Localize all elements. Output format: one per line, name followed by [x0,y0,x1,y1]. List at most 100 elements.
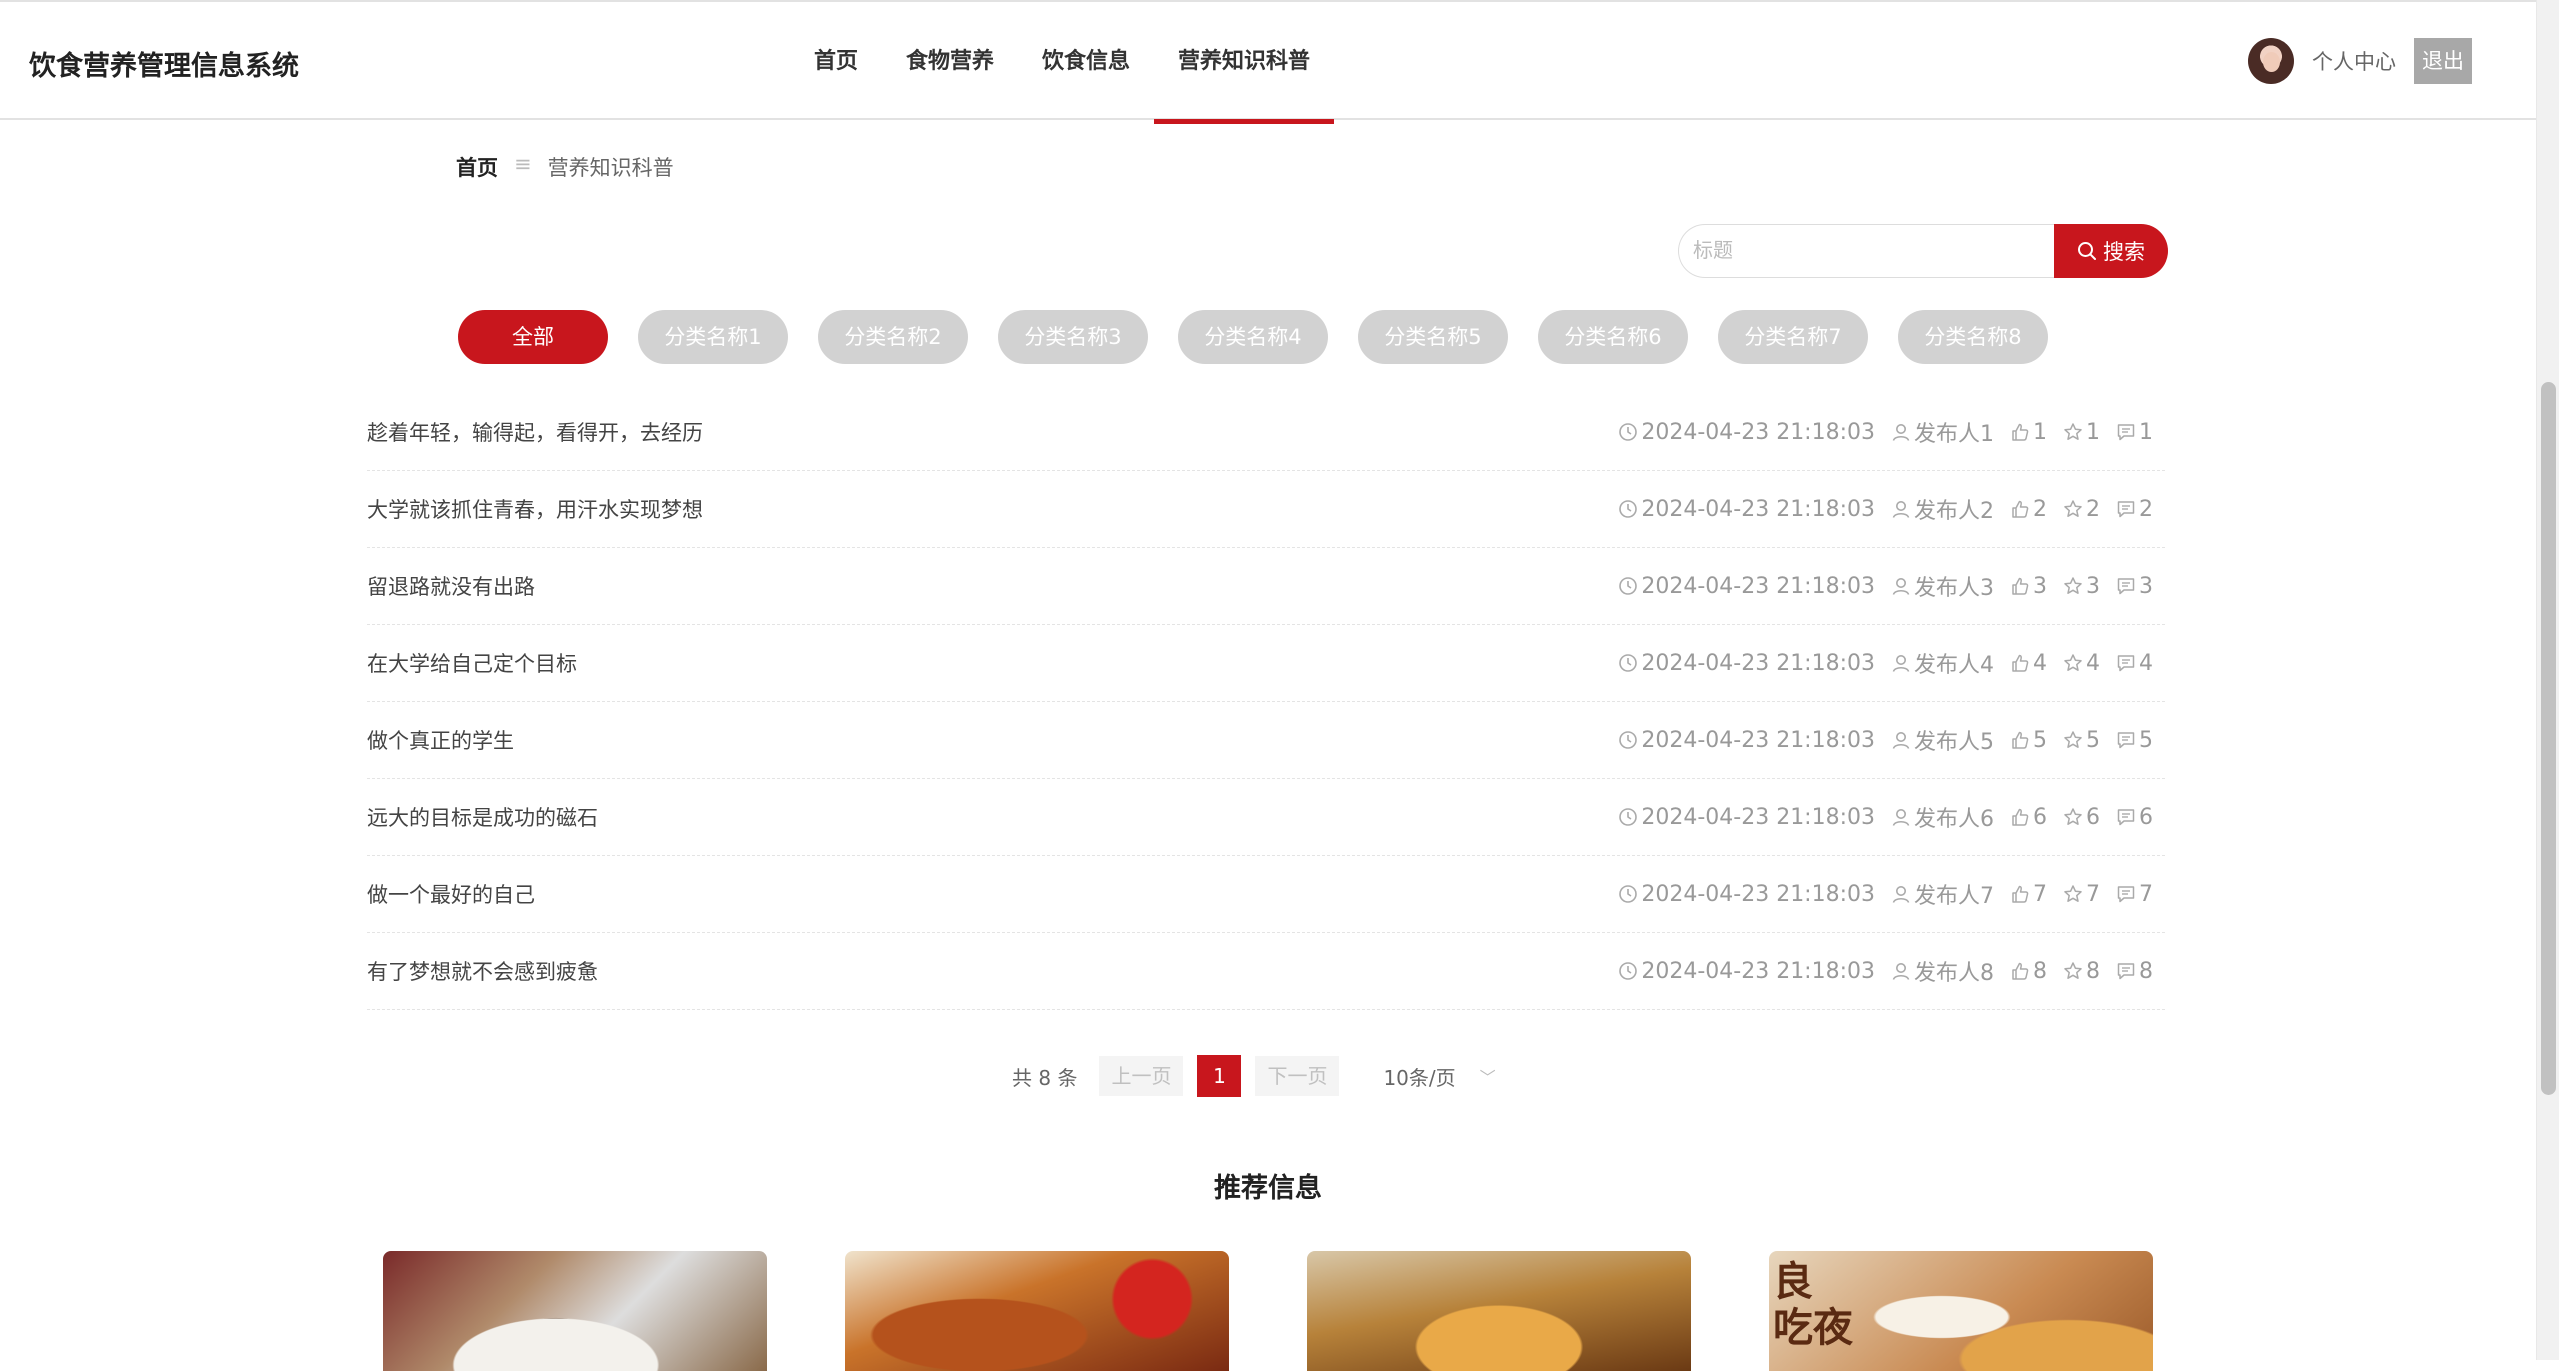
list-item[interactable]: 远大的目标是成功的磁石 2024-04-23 21:18:03 发布人6 6 6… [367,779,2165,856]
star-icon [2064,577,2082,594]
favorites[interactable]: 7 [2063,882,2100,907]
likes[interactable]: 5 [2010,728,2047,753]
publish-time: 2024-04-23 21:18:03 [1618,420,1875,445]
favorites[interactable]: 5 [2063,728,2100,753]
nav-item-nutrition-knowledge[interactable]: 营养知识科普 [1154,2,1335,124]
list-item[interactable]: 留退路就没有出路 2024-04-23 21:18:03 发布人3 3 3 3 [367,548,2165,625]
favorites[interactable]: 4 [2063,651,2100,676]
user-center-link[interactable]: 个人中心 [2312,46,2396,76]
comments[interactable]: 7 [2116,882,2153,907]
list-item[interactable]: 做一个最好的自己 2024-04-23 21:18:03 发布人7 7 7 7 [367,856,2165,933]
page-size-select[interactable]: 10条/页 ﹀ [1383,1062,1495,1091]
recommend-card-image[interactable] [1307,1251,1691,1371]
comments-count: 7 [2139,881,2153,907]
article-title[interactable]: 大学就该抓住青春，用汗水实现梦想 [367,494,703,524]
list-item[interactable]: 在大学给自己定个目标 2024-04-23 21:18:03 发布人4 4 4 … [367,625,2165,702]
list-item[interactable]: 做个真正的学生 2024-04-23 21:18:03 发布人5 5 5 5 [367,702,2165,779]
list-item[interactable]: 有了梦想就不会感到疲惫 2024-04-23 21:18:03 发布人8 8 8… [367,933,2165,1010]
category-all[interactable]: 全部 [458,310,608,364]
star-icon [2064,500,2082,517]
user-icon [1892,886,1910,903]
next-page-button[interactable]: 下一页 [1255,1056,1340,1096]
article-title[interactable]: 做个真正的学生 [367,725,514,755]
avatar[interactable] [2248,38,2294,84]
article-title[interactable]: 在大学给自己定个目标 [367,648,577,678]
author: 发布人6 [1891,801,1994,833]
article-title[interactable]: 留退路就没有出路 [367,571,535,601]
author-text: 发布人7 [1914,884,1994,909]
nav-item-home[interactable]: 首页 [790,2,882,122]
likes[interactable]: 3 [2010,574,2047,599]
category-2[interactable]: 分类名称2 [818,310,968,364]
comment-icon [2117,963,2135,980]
site-brand[interactable]: 饮食营养管理信息系统 [29,44,299,83]
comments[interactable]: 1 [2116,420,2153,445]
category-6[interactable]: 分类名称6 [1538,310,1688,364]
likes[interactable]: 8 [2010,959,2047,984]
likes[interactable]: 2 [2010,497,2047,522]
favorites[interactable]: 2 [2063,497,2100,522]
article-title[interactable]: 远大的目标是成功的磁石 [367,802,598,832]
recommend-card-image[interactable] [845,1251,1229,1371]
star-icon [2064,962,2082,979]
category-5[interactable]: 分类名称5 [1358,310,1508,364]
search-input[interactable] [1678,224,2056,278]
favorites-count: 8 [2086,958,2100,984]
page-scrollbar[interactable] [2536,0,2559,1360]
breadcrumb-home[interactable]: 首页 [456,152,498,182]
favorites-count: 6 [2086,804,2100,830]
recommend-card-image[interactable] [383,1251,767,1371]
comments[interactable]: 3 [2116,574,2153,599]
article-meta: 2024-04-23 21:18:03 发布人5 5 5 5 [1602,724,2165,756]
likes-count: 4 [2033,650,2047,676]
category-1[interactable]: 分类名称1 [638,310,788,364]
likes-count: 3 [2033,573,2047,599]
likes[interactable]: 4 [2010,651,2047,676]
publish-time-text: 2024-04-23 21:18:03 [1641,958,1875,984]
favorites[interactable]: 1 [2063,420,2100,445]
prev-page-button[interactable]: 上一页 [1099,1056,1184,1096]
favorites[interactable]: 6 [2063,805,2100,830]
page-number-1[interactable]: 1 [1197,1055,1242,1097]
category-7[interactable]: 分类名称7 [1718,310,1868,364]
likes[interactable]: 6 [2010,805,2047,830]
article-title[interactable]: 做一个最好的自己 [367,879,535,909]
scrollbar-thumb[interactable] [2541,382,2556,1095]
publish-time: 2024-04-23 21:18:03 [1618,959,1875,984]
author: 发布人1 [1891,416,1994,448]
author: 发布人4 [1891,647,1994,679]
likes[interactable]: 1 [2010,420,2047,445]
publish-time-text: 2024-04-23 21:18:03 [1641,573,1875,599]
publish-time-text: 2024-04-23 21:18:03 [1641,881,1875,907]
chevron-down-icon: ﹀ [1479,1068,1496,1087]
comments[interactable]: 5 [2116,728,2153,753]
category-4[interactable]: 分类名称4 [1178,310,1328,364]
comments-count: 3 [2139,573,2153,599]
list-item[interactable]: 趁着年轻，输得起，看得开，去经历 2024-04-23 21:18:03 发布人… [367,394,2165,471]
nav-item-food-nutrition[interactable]: 食物营养 [882,2,1018,122]
likes-count: 1 [2033,419,2047,445]
nav-item-diet-info[interactable]: 饮食信息 [1018,2,1154,122]
main-nav: 首页 食物营养 饮食信息 营养知识科普 [790,2,1335,124]
publish-time-text: 2024-04-23 21:18:03 [1641,804,1875,830]
article-meta: 2024-04-23 21:18:03 发布人4 4 4 4 [1602,647,2165,679]
favorites[interactable]: 8 [2063,959,2100,984]
favorites[interactable]: 3 [2063,574,2100,599]
search-button[interactable]: 搜索 [2054,224,2168,278]
comments[interactable]: 8 [2116,959,2153,984]
likes[interactable]: 7 [2010,882,2047,907]
comments[interactable]: 2 [2116,497,2153,522]
article-title[interactable]: 有了梦想就不会感到疲惫 [367,956,598,986]
clock-icon [1619,500,1638,518]
category-3[interactable]: 分类名称3 [998,310,1148,364]
recommend-card-image[interactable]: 良 吃夜 [1769,1251,2153,1371]
search-button-label: 搜索 [2103,240,2145,264]
comments-count: 4 [2139,650,2153,676]
comments[interactable]: 4 [2116,651,2153,676]
comments[interactable]: 6 [2116,805,2153,830]
logout-button[interactable]: 退出 [2414,38,2472,84]
comments-count: 1 [2139,419,2153,445]
article-title[interactable]: 趁着年轻，输得起，看得开，去经历 [367,417,703,447]
category-8[interactable]: 分类名称8 [1898,310,2048,364]
list-item[interactable]: 大学就该抓住青春，用汗水实现梦想 2024-04-23 21:18:03 发布人… [367,471,2165,548]
